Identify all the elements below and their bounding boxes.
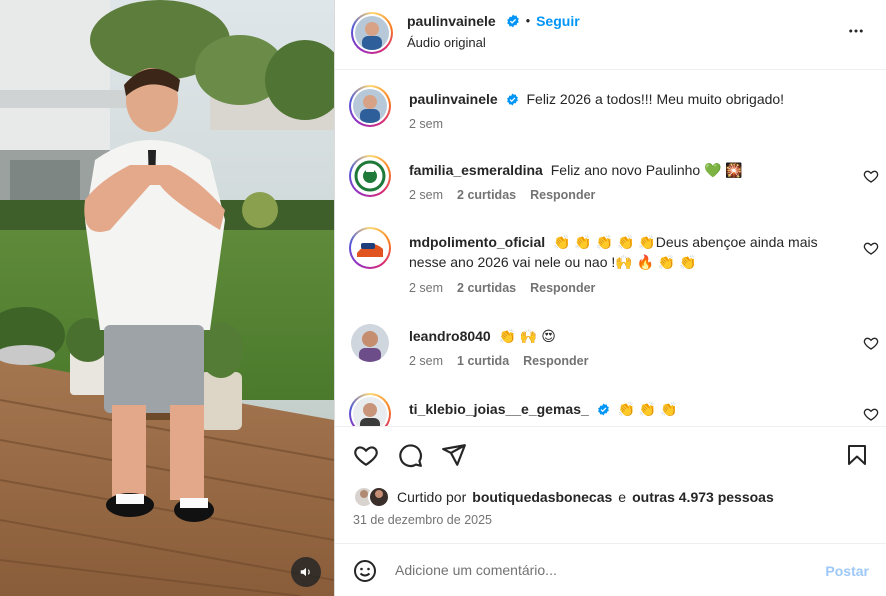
caption-body: paulinvainele Feliz 2026 a todos!!! Meu … — [409, 89, 849, 109]
post-side-panel: paulinvainele • Seguir Áudio original pa… — [334, 0, 886, 596]
emoji-smiley-icon[interactable] — [353, 559, 377, 583]
caption-text: Feliz 2026 a todos!!! Meu muito obrigado… — [526, 91, 785, 107]
comment-text: Feliz ano novo Paulinho 💚 🎇 — [550, 162, 743, 178]
comment-avatar[interactable] — [349, 155, 391, 197]
like-comment-heart-icon[interactable] — [863, 406, 879, 422]
comment-likes[interactable]: 2 curtidas — [457, 188, 516, 202]
post-photo — [0, 0, 334, 596]
comment-composer: Postar — [335, 543, 886, 596]
author-username[interactable]: paulinvainele — [407, 13, 496, 29]
caption-avatar[interactable] — [349, 85, 391, 127]
comment-time[interactable]: 2 sem — [409, 188, 443, 202]
comment-avatar[interactable] — [349, 227, 391, 269]
comment-body: familia_esmeraldina Feliz ano novo Pauli… — [409, 160, 849, 180]
others-likes-link[interactable]: outras 4.973 pessoas — [632, 489, 774, 505]
speaker-icon — [300, 567, 310, 577]
comment-input[interactable] — [395, 558, 805, 582]
more-options-button[interactable] — [847, 22, 865, 43]
like-comment-heart-icon[interactable] — [863, 168, 879, 184]
author-avatar[interactable] — [351, 12, 393, 54]
save-bookmark-icon[interactable] — [845, 442, 869, 468]
like-heart-icon[interactable] — [353, 442, 379, 468]
separator-dot: • — [525, 14, 531, 28]
likes-prefix: Curtido por — [397, 489, 467, 505]
audio-toggle-button[interactable] — [291, 557, 321, 587]
follow-button[interactable]: Seguir — [536, 13, 580, 29]
reply-button[interactable]: Responder — [530, 281, 595, 295]
comment-meta: 2 sem 1 curtida Responder — [409, 354, 588, 368]
like-comment-heart-icon[interactable] — [863, 335, 879, 351]
verified-badge-icon — [597, 403, 609, 416]
caption-username[interactable]: paulinvainele — [409, 91, 498, 107]
share-paper-plane-icon[interactable] — [441, 442, 467, 468]
comment-bubble-icon[interactable] — [397, 442, 423, 468]
post-header: paulinvainele • Seguir Áudio original — [335, 0, 886, 70]
liker-username[interactable]: boutiquedasbonecas — [472, 489, 612, 505]
comment-body: ti_klebio_joias__e_gemas_ 👏 👏 👏 — [409, 399, 849, 419]
post-media[interactable] — [0, 0, 334, 596]
comment-body: leandro8040 👏 🙌 😍 — [409, 326, 849, 346]
comment-text: 👏 🙌 😍 — [498, 328, 556, 344]
post-date[interactable]: 31 de dezembro de 2025 — [353, 513, 492, 527]
liker-avatars[interactable] — [353, 486, 391, 508]
comment-meta: 2 sem 2 curtidas Responder — [409, 281, 595, 295]
comment-time[interactable]: 2 sem — [409, 354, 443, 368]
comment-meta: 2 sem 2 curtidas Responder — [409, 188, 595, 202]
caption-time[interactable]: 2 sem — [409, 117, 443, 131]
likes-summary: Curtido por boutiquedasbonecas e outras … — [353, 486, 774, 508]
comment-likes[interactable]: 1 curtida — [457, 354, 509, 368]
verified-badge-icon — [506, 93, 518, 106]
comment-username[interactable]: mdpolimento_oficial — [409, 234, 545, 250]
caption-meta: 2 sem — [409, 117, 443, 131]
post-comment-button[interactable]: Postar — [825, 563, 869, 579]
like-comment-heart-icon[interactable] — [863, 240, 879, 256]
comment-avatar[interactable] — [349, 393, 391, 426]
verified-badge-icon — [506, 14, 519, 28]
instagram-post-window: paulinvainele • Seguir Áudio original pa… — [0, 0, 886, 596]
comment-username[interactable]: ti_klebio_joias__e_gemas_ — [409, 401, 589, 417]
audio-label[interactable]: Áudio original — [407, 35, 486, 50]
comment-avatar[interactable] — [351, 324, 389, 362]
comment-time[interactable]: 2 sem — [409, 281, 443, 295]
comment-text: 👏 👏 👏 — [617, 401, 678, 417]
comment-likes[interactable]: 2 curtidas — [457, 281, 516, 295]
reply-button[interactable]: Responder — [523, 354, 588, 368]
more-horizontal-icon — [849, 29, 863, 33]
reply-button[interactable]: Responder — [530, 188, 595, 202]
post-actions: Curtido por boutiquedasbonecas e outras … — [335, 426, 886, 543]
comments-list[interactable]: paulinvainele Feliz 2026 a todos!!! Meu … — [335, 71, 886, 426]
likes-middle: e — [618, 489, 627, 505]
comment-body: mdpolimento_oficial 👏 👏 👏 👏 👏Deus abenço… — [409, 232, 849, 272]
comment-username[interactable]: leandro8040 — [409, 328, 491, 344]
comment-username[interactable]: familia_esmeraldina — [409, 162, 543, 178]
